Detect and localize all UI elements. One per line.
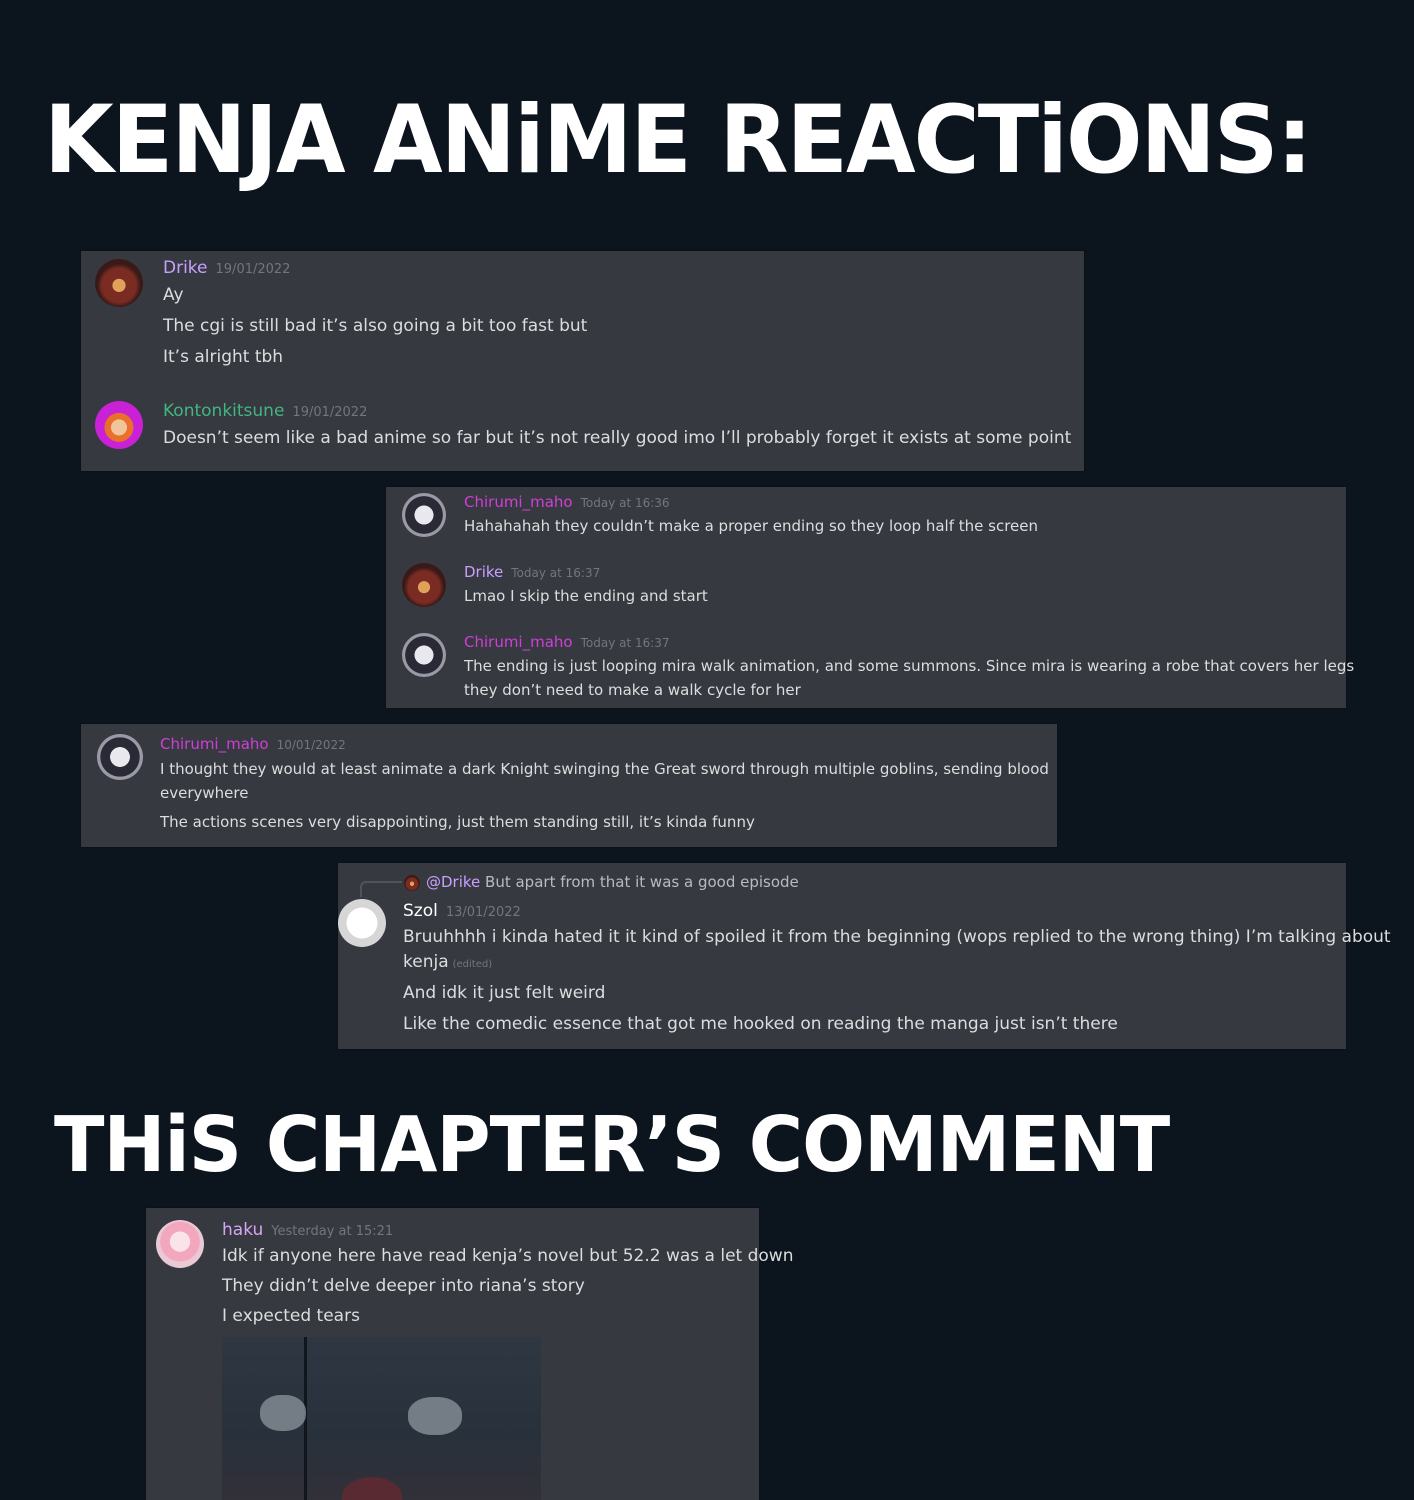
timestamp: 13/01/2022 — [445, 905, 521, 920]
chat-panel-3: Chirumi_maho 10/01/2022 I thought they wo… — [81, 724, 1057, 847]
message-line: It’s alright tbh — [163, 347, 284, 367]
attached-image[interactable] — [222, 1337, 541, 1500]
avatar-chirumi-maho[interactable] — [402, 493, 446, 537]
message-line: And idk it just felt weird — [403, 983, 606, 1003]
reply-text: But apart from that it was a good episod… — [485, 873, 799, 891]
message-line: Idk if anyone here have read kenja’s nov… — [222, 1246, 794, 1266]
author-name[interactable]: Chirumi_maho — [160, 735, 269, 753]
message-line: everywhere — [160, 784, 249, 802]
chat-panel-2: Chirumi_maho Today at 16:36 Hahahahah the… — [386, 487, 1354, 708]
author-name[interactable]: Drike — [163, 258, 208, 278]
heading-this-chapters-comment: THiS CHAPTER’S COMMENT — [54, 1100, 1170, 1190]
author-name[interactable]: Chirumi_maho — [464, 493, 573, 511]
author-name[interactable]: Szol — [403, 901, 438, 921]
edited-tag: (edited) — [452, 959, 493, 970]
avatar-szol[interactable] — [338, 899, 386, 947]
message-line: Like the comedic essence that got me hoo… — [403, 1014, 1118, 1034]
reply-avatar-drike — [404, 875, 420, 891]
reply-connector — [360, 881, 402, 897]
message-line: Lmao I skip the ending and start — [464, 587, 708, 605]
message-line: they don’t need to make a walk cycle for… — [464, 681, 801, 699]
reply-mention[interactable]: @Drike — [426, 873, 480, 891]
message-line-with-edit: kenja (edited) — [403, 952, 492, 972]
avatar-chirumi-maho[interactable] — [402, 633, 446, 677]
message-line: They didn’t delve deeper into riana’s st… — [222, 1276, 585, 1296]
thought-bubble-icon — [260, 1395, 306, 1431]
timestamp: 10/01/2022 — [276, 738, 346, 752]
message-line: Hahahahah they couldn’t make a proper en… — [464, 517, 1038, 535]
timestamp: Today at 16:36 — [580, 496, 670, 510]
message-line: I expected tears — [222, 1306, 360, 1326]
chat-panel-4: @Drike But apart from that it was a good… — [338, 863, 1391, 1049]
timestamp: 19/01/2022 — [215, 262, 291, 277]
timestamp: Today at 16:37 — [511, 566, 601, 580]
avatar-kontonkitsune[interactable] — [95, 401, 143, 449]
chat-panel-1: Drike 19/01/2022 Ay The cgi is still bad … — [81, 251, 1084, 471]
message-text: kenja — [403, 952, 449, 972]
message-line: Ay — [163, 285, 184, 305]
avatar-drike[interactable] — [95, 259, 143, 307]
reply-preview[interactable]: @Drike But apart from that it was a good… — [426, 873, 799, 891]
timestamp: Today at 16:37 — [580, 636, 670, 650]
author-name[interactable]: Kontonkitsune — [163, 401, 284, 421]
figure-silhouette — [342, 1477, 402, 1500]
author-name[interactable]: Drike — [464, 563, 503, 581]
heading-kenja-anime-reactions: KENJA ANiME REACTiONS: — [44, 85, 1313, 196]
avatar-haku[interactable] — [156, 1220, 204, 1268]
avatar-drike[interactable] — [402, 563, 446, 607]
message-line: The ending is just looping mira walk ani… — [464, 657, 1355, 675]
author-name[interactable]: haku — [222, 1220, 263, 1240]
message-line: The actions scenes very disappointing, j… — [160, 813, 755, 831]
author-name[interactable]: Chirumi_maho — [464, 633, 573, 651]
avatar-chirumi-maho[interactable] — [97, 734, 143, 780]
message-line: The cgi is still bad it’s also going a b… — [163, 316, 588, 336]
message-line: Bruuhhhh i kinda hated it it kind of spo… — [403, 927, 1391, 947]
timestamp: Yesterday at 15:21 — [271, 1224, 394, 1239]
chat-panel-5: haku Yesterday at 15:21 Idk if anyone her… — [146, 1208, 793, 1500]
timestamp: 19/01/2022 — [292, 405, 368, 420]
message-line: Doesn’t seem like a bad anime so far but… — [163, 428, 1072, 448]
message-line: I thought they would at least animate a … — [160, 760, 1049, 778]
thought-bubble-icon — [408, 1397, 462, 1435]
